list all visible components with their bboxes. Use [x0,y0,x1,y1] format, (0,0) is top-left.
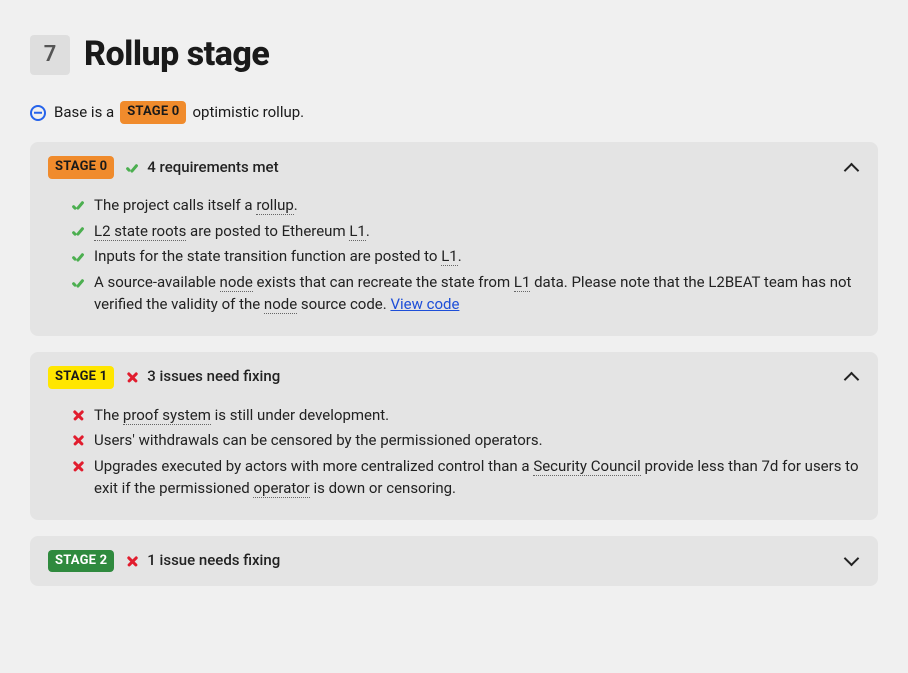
stage-status: 1 issue needs fixing [126,550,280,572]
check-icon [72,199,85,212]
cross-icon [72,460,85,473]
chevron-up-icon[interactable] [844,369,860,385]
requirements-list: The proof system is still under developm… [72,403,860,502]
stage-badge: STAGE 0 [48,156,114,179]
requirement-item: Upgrades executed by actors with more ce… [72,454,860,502]
glossary-term[interactable]: Security Council [533,457,640,476]
stage-card-stage1: STAGE 1 3 issues need fixing The proof sys… [30,352,878,520]
stage-status: 4 requirements met [126,157,278,179]
requirement-item: The project calls itself a rollup. [72,193,860,219]
requirement-text: Users' withdrawals can be censored by th… [94,430,860,452]
glossary-term[interactable]: L1 [514,273,531,292]
glossary-term[interactable]: rollup [256,196,293,215]
check-icon [72,276,85,289]
cross-icon [126,555,139,568]
section-number: 7 [30,35,70,75]
check-icon [72,250,85,263]
intro-stage-badge: STAGE 0 [120,101,186,124]
requirement-item: Inputs for the state transition function… [72,244,860,270]
stage-card-body: The proof system is still under developm… [30,403,878,520]
glossary-term[interactable]: operator [253,479,309,498]
stage-status-text: 1 issue needs fixing [147,550,280,572]
requirement-item: L2 state roots are posted to Ethereum L1… [72,219,860,245]
stage-badge: STAGE 2 [48,550,114,573]
requirement-text: A source-available node exists that can … [94,272,860,316]
glossary-term[interactable]: L1 [349,222,366,241]
cross-icon [72,409,85,422]
view-code-link[interactable]: View code [390,295,459,313]
requirement-text: The proof system is still under developm… [94,405,860,427]
requirement-item: Users' withdrawals can be censored by th… [72,428,860,454]
glossary-term[interactable]: node [264,295,297,314]
requirement-item: A source-available node exists that can … [72,270,860,318]
stage-card-body: The project calls itself a rollup. L2 sta… [30,193,878,336]
check-icon [72,225,85,238]
cross-icon [72,434,85,447]
stage-card-header[interactable]: STAGE 1 3 issues need fixing [30,352,878,403]
rollup-stage-section: 7 Rollup stage Base is a STAGE 0 optimis… [30,30,878,586]
requirements-list: The project calls itself a rollup. L2 sta… [72,193,860,318]
intro-prefix: Base is a [54,102,114,124]
stage-badge: STAGE 1 [48,366,114,389]
check-icon [126,161,139,174]
stage-status-text: 3 issues need fixing [147,366,280,388]
info-circle-icon [30,105,46,121]
stage-status-text: 4 requirements met [147,157,278,179]
section-heading: 7 Rollup stage [30,30,878,79]
requirement-text: Upgrades executed by actors with more ce… [94,456,860,500]
requirement-item: The proof system is still under developm… [72,403,860,429]
glossary-term[interactable]: L2 state roots [94,222,186,241]
stage-status: 3 issues need fixing [126,366,280,388]
requirement-text: The project calls itself a rollup. [94,195,860,217]
intro-suffix: optimistic rollup. [192,102,304,124]
cross-icon [126,371,139,384]
glossary-term[interactable]: proof system [123,406,211,425]
stage-card-header[interactable]: STAGE 2 1 issue needs fixing [30,536,878,587]
chevron-down-icon[interactable] [844,553,860,569]
stage-card-header[interactable]: STAGE 0 4 requirements met [30,142,878,193]
intro-line: Base is a STAGE 0 optimistic rollup. [30,101,878,124]
chevron-up-icon[interactable] [844,160,860,176]
requirement-text: Inputs for the state transition function… [94,246,860,268]
stage-card-stage2: STAGE 2 1 issue needs fixing [30,536,878,587]
glossary-term[interactable]: L1 [441,247,458,266]
stage-card-stage0: STAGE 0 4 requirements met The project cal… [30,142,878,336]
section-title: Rollup stage [84,30,269,79]
requirement-text: L2 state roots are posted to Ethereum L1… [94,221,860,243]
glossary-term[interactable]: node [220,273,253,292]
